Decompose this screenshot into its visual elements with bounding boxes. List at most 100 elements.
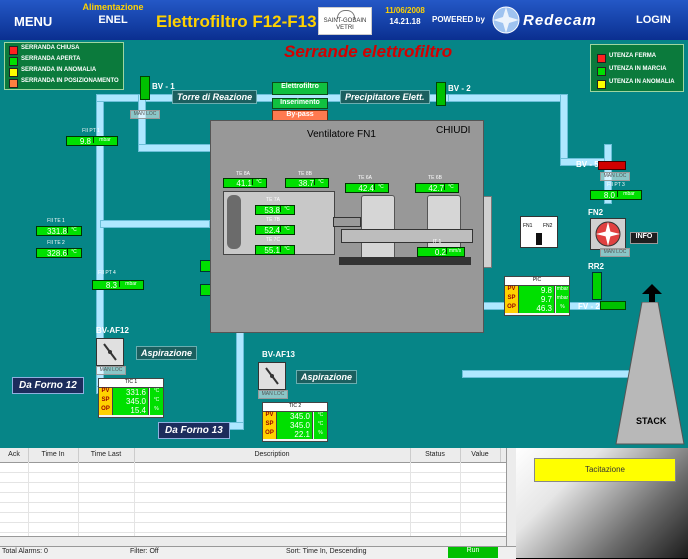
te8b-unit: °C	[314, 179, 327, 185]
table-row	[0, 522, 506, 523]
te7b-value: 52.4 °C	[255, 225, 295, 235]
valve-bv2[interactable]	[434, 82, 446, 106]
fn-selector-switch[interactable]: FN1 FN2	[520, 216, 558, 248]
tic2-title: TIC 2	[263, 403, 327, 412]
fan-popup: Ventilatore FN1 CHIUDI TE 8A 41.1 °C TE …	[210, 120, 484, 333]
fn2-manloc[interactable]: MAN LOC	[600, 248, 630, 257]
legend-label: UTENZA FERMA	[609, 53, 657, 59]
sp-label: SP	[99, 397, 113, 406]
torre-label: Torre di Reazione	[172, 90, 258, 104]
tic1-controller[interactable]: TIC 1 PV 331.6 °C SP 345.0 °C OP 15.4 %	[98, 378, 164, 418]
fiite1-tag: FII TE 1	[47, 218, 65, 224]
bvaf13-manloc[interactable]: MAN LOC	[258, 390, 288, 399]
valve-bvaf12[interactable]	[96, 338, 124, 366]
bv1-manloc[interactable]: MAN LOC	[130, 110, 160, 119]
login-button[interactable]: LOGIN	[636, 14, 671, 26]
te8a-number: 41.1	[236, 179, 252, 188]
forno12-label: Da Forno 12	[12, 377, 84, 394]
col-value[interactable]: Value	[460, 448, 501, 462]
brand-name: Redecam	[523, 12, 597, 29]
close-button[interactable]: CHIUDI	[436, 125, 470, 136]
bv5-manloc[interactable]: MAN LOC	[600, 172, 630, 181]
total-alarms: Total Alarms: 0	[2, 548, 48, 555]
pipe-right-down	[560, 94, 568, 164]
te7b-tag: TE 7B	[266, 217, 280, 223]
bvaf13-label: BV-AF13	[262, 350, 295, 359]
status-box-icon	[9, 68, 18, 77]
col-time-last[interactable]: Time Last	[78, 448, 135, 462]
legend-label: SERRANDA IN ANOMALIA	[21, 67, 97, 73]
valve-handle-icon	[140, 76, 150, 100]
motor-endcap-icon	[227, 195, 241, 249]
fan-fn2[interactable]	[590, 218, 626, 250]
fiipt4-number: 8.3	[105, 281, 117, 290]
time-display: 14.21.18	[389, 17, 421, 26]
fn1-switch-label: FN1	[523, 223, 533, 229]
col-divider	[410, 462, 411, 545]
pic-op: 46.3	[519, 304, 555, 313]
sp-label: SP	[263, 421, 277, 430]
fiipt3-tag: FII PT 3	[607, 182, 625, 188]
col-divider	[134, 462, 135, 545]
legend-utenza: UTENZA FERMA UTENZA IN MARCIA UTENZA IN …	[590, 44, 684, 92]
pic-controller[interactable]: PIC PV 9.8 mbar SP 9.7 mbar OP 46.3 %	[504, 276, 570, 316]
tic1-title: TIC 1	[99, 379, 163, 388]
damper-blade-icon	[265, 367, 279, 385]
rr2-label: RR2	[588, 262, 605, 271]
tic2-controller[interactable]: TIC 2 PV 345.0 °C SP 345.0 °C OP 22.1 %	[262, 402, 328, 442]
it1-value: 0.2 mm/s	[417, 247, 465, 257]
fiite2-unit: °C	[67, 249, 80, 255]
run-indicator: Run	[448, 547, 498, 558]
valve-bv1[interactable]	[138, 76, 150, 100]
forno13-label: Da Forno 13	[158, 422, 230, 439]
pic-pv: 9.8	[519, 286, 555, 295]
col-ack[interactable]: Ack	[0, 448, 29, 462]
pic-op-row: OP 46.3 %	[505, 304, 569, 313]
pic-pv-unit: mbar	[556, 286, 569, 295]
tic1-op: 15.4	[113, 406, 149, 415]
menu-button[interactable]: MENU	[14, 14, 52, 29]
valve-handle-icon	[598, 161, 626, 170]
table-row	[0, 502, 506, 503]
scene-title: Serrande elettrofiltro	[284, 42, 453, 61]
op-label: OP	[99, 406, 113, 415]
tic2-pv-unit: °C	[314, 412, 327, 421]
valve-bvaf13[interactable]	[258, 362, 286, 390]
te7a-value: 53.8 °C	[255, 205, 295, 215]
company-label: ENEL	[98, 14, 128, 26]
status-box-icon	[597, 80, 606, 89]
te7c-tag: TE 7C	[265, 237, 281, 243]
tacitazione-panel: Tacitazione	[516, 448, 688, 558]
tic2-sp-row: SP 345.0 °C	[263, 421, 327, 430]
filter-status: Filter: Off	[130, 548, 159, 555]
col-divider	[460, 462, 461, 545]
info-button[interactable]: INFO	[630, 232, 658, 244]
tic1-sp: 345.0	[113, 397, 149, 406]
table-row	[0, 532, 506, 533]
te8a-tag: TE 8A	[236, 171, 250, 177]
status-box-icon	[9, 46, 18, 55]
fiipt4-unit: mbar	[119, 281, 142, 287]
arrow-up-icon	[642, 284, 662, 302]
col-status[interactable]: Status	[410, 448, 461, 462]
te7a-unit: °C	[280, 206, 293, 212]
pic-sp-row: SP 9.7 mbar	[505, 295, 569, 304]
bvaf12-manloc[interactable]: MAN LOC	[96, 366, 126, 375]
alarm-status-bar: Total Alarms: 0 Filter: Off Sort: Time I…	[0, 546, 516, 559]
te6a-unit: °C	[374, 184, 387, 190]
legend-serranda: SERRANDA CHIUSA SERRANDA APERTA SERRANDA…	[4, 42, 124, 90]
col-divider	[28, 462, 29, 545]
elettrofiltro-button[interactable]: Elettrofiltro	[272, 82, 328, 95]
col-description[interactable]: Description	[134, 448, 411, 462]
tacitazione-button[interactable]: Tacitazione	[534, 458, 676, 482]
te8b-value: 38.7 °C	[285, 178, 329, 188]
te8a-unit: °C	[252, 179, 265, 185]
motor-shaft	[333, 217, 361, 227]
table-row	[0, 512, 506, 513]
bv2-label: BV - 2	[448, 84, 471, 93]
inserimento-button[interactable]: Inserimento	[272, 98, 328, 109]
valve-bv5[interactable]	[598, 160, 628, 170]
damper-blade-icon	[103, 343, 117, 361]
col-time-in[interactable]: Time In	[28, 448, 79, 462]
it1-number: 0.2	[434, 248, 446, 257]
